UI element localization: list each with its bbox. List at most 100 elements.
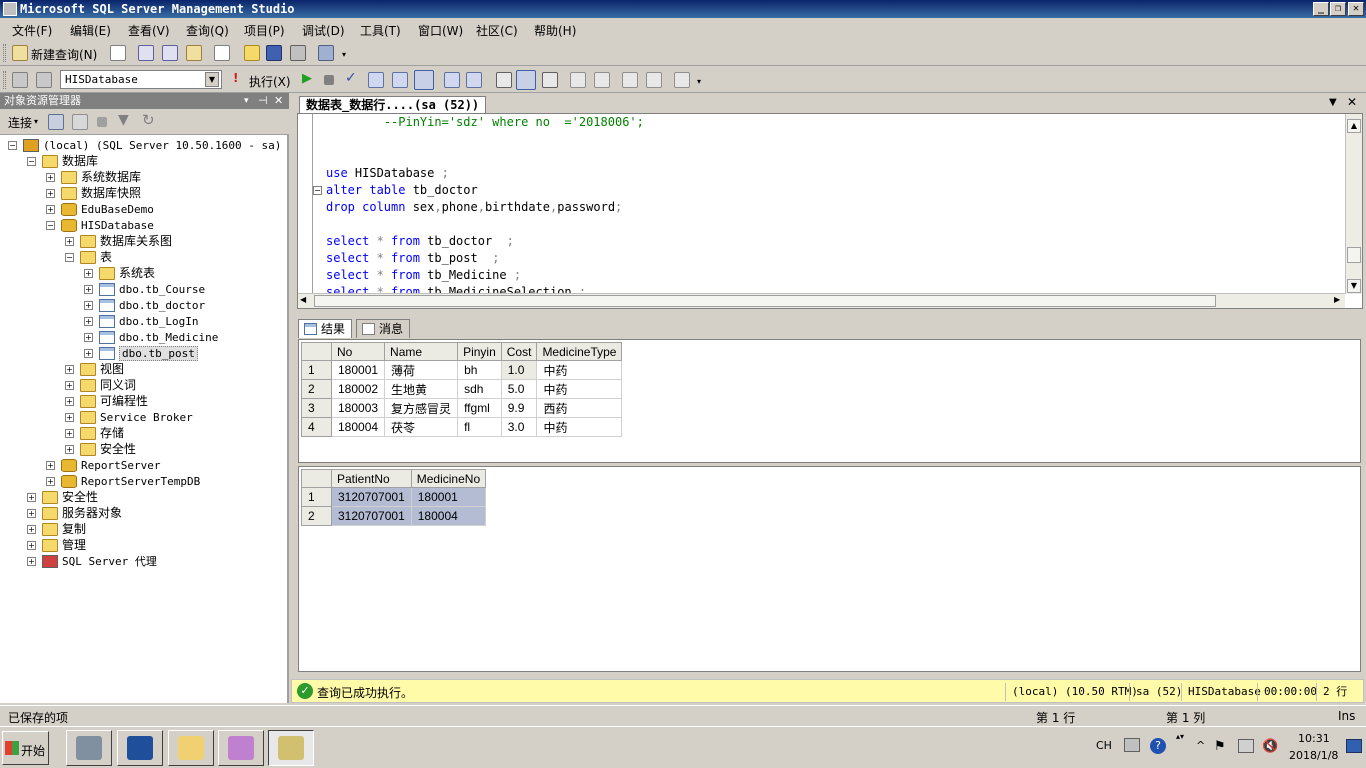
tree-server-objects[interactable]: + 服务器对象 (27, 505, 122, 521)
change-connection-icon[interactable] (36, 72, 52, 88)
code-line[interactable]: --PinYin='sdz' where no ='2018006'; (326, 114, 644, 131)
tree-management[interactable]: + 管理 (27, 537, 86, 553)
tree-replication[interactable]: + 复制 (27, 521, 86, 537)
tree-sql-agent[interactable]: + SQL Server 代理 (27, 553, 157, 569)
include-plan-icon[interactable] (444, 72, 460, 88)
comment-icon[interactable] (570, 72, 586, 88)
decrease-indent-icon[interactable] (622, 72, 638, 88)
menu-debug[interactable]: 调试(D) (302, 22, 345, 39)
collapse-icon[interactable]: − (27, 157, 36, 166)
expand-icon[interactable]: + (46, 205, 55, 214)
uncomment-icon[interactable] (594, 72, 610, 88)
expand-icon[interactable]: + (27, 509, 36, 518)
results-text-icon[interactable] (496, 72, 512, 88)
add-file-icon[interactable] (214, 45, 230, 61)
tree-db-security[interactable]: + 安全性 (65, 441, 136, 457)
stop-icon[interactable] (97, 117, 107, 127)
tree-system-databases[interactable]: + 系统数据库 (46, 169, 141, 185)
results-grid-icon[interactable] (516, 70, 536, 90)
dropdown-icon[interactable]: ▾ (244, 93, 249, 109)
tree-storage[interactable]: + 存储 (65, 425, 124, 441)
table-cell[interactable]: 180001 (410, 487, 487, 507)
tree-reportservertempdb[interactable]: + ReportServerTempDB (46, 473, 200, 489)
table-row[interactable]: 1 180001 薄荷 bh 1.0 中药 (301, 360, 623, 380)
table-cell[interactable]: 180004 (330, 417, 386, 437)
expand-icon[interactable]: + (84, 317, 93, 326)
table-cell[interactable]: bh (457, 360, 502, 380)
app-icon[interactable] (3, 2, 17, 16)
column-header[interactable]: Pinyin (457, 342, 502, 361)
tree-databases[interactable]: − 数据库 (27, 153, 98, 169)
expand-icon[interactable]: + (27, 557, 36, 566)
column-header[interactable]: Cost (500, 342, 538, 361)
connect-dropdown-icon[interactable]: ▾ (34, 117, 38, 126)
scroll-left-icon[interactable]: ◀ (300, 295, 306, 304)
database-engine-query-icon[interactable] (138, 45, 154, 61)
expand-icon[interactable]: + (46, 477, 55, 486)
chevron-down-icon[interactable]: ▼ (205, 72, 219, 87)
increase-indent-icon[interactable] (646, 72, 662, 88)
results-to-grid-icon[interactable] (414, 70, 434, 90)
connect-button[interactable]: 连接 (8, 114, 32, 131)
table-cell[interactable]: 复方感冒灵 (384, 398, 459, 418)
save-icon[interactable] (266, 45, 282, 61)
menu-tools[interactable]: 工具(T) (360, 22, 401, 39)
expand-icon[interactable]: + (65, 237, 74, 246)
menu-view[interactable]: 查看(V) (128, 22, 170, 39)
taskbar-visual-studio[interactable] (218, 730, 264, 766)
expand-icon[interactable]: + (65, 445, 74, 454)
sql-editor[interactable]: − --PinYin='sdz' where no ='2018006'; use… (297, 113, 1363, 309)
column-header[interactable]: MedicineNo (410, 469, 487, 488)
table-cell[interactable]: 中药 (536, 379, 623, 399)
tree-hisdatabase[interactable]: − HISDatabase (46, 217, 154, 233)
table-cell[interactable]: 180003 (330, 398, 386, 418)
code-line[interactable]: drop column sex,phone,birthdate,password… (326, 199, 622, 216)
expand-icon[interactable]: + (46, 173, 55, 182)
client-stats-icon[interactable] (466, 72, 482, 88)
tree-service-broker[interactable]: + Service Broker (65, 409, 193, 425)
row-number[interactable]: 1 (301, 360, 332, 380)
query-tab[interactable]: 数据表_数据行....(sa (52)) (299, 96, 487, 113)
expand-icon[interactable]: + (27, 493, 36, 502)
tree-table-course[interactable]: + dbo.tb_Course (84, 281, 205, 297)
expand-icon[interactable]: + (27, 541, 36, 550)
table-cell[interactable]: 生地黄 (384, 379, 459, 399)
show-desktop-icon[interactable] (1346, 739, 1362, 753)
row-number[interactable]: 2 (301, 506, 332, 526)
network-icon[interactable] (1238, 739, 1254, 753)
table-cell[interactable]: 薄荷 (384, 360, 459, 380)
connect-server-icon[interactable] (48, 114, 64, 130)
code-line[interactable]: select * from tb_Medicine ; (326, 267, 521, 284)
expand-icon[interactable]: + (65, 429, 74, 438)
table-cell[interactable]: 5.0 (500, 379, 538, 399)
expand-icon[interactable]: + (84, 333, 93, 342)
code-line[interactable]: select * from tb_post ; (326, 250, 499, 267)
xmla-query-icon[interactable] (186, 45, 202, 61)
expand-icon[interactable]: + (84, 269, 93, 278)
expand-icon[interactable]: + (46, 461, 55, 470)
language-indicator[interactable]: CH (1096, 739, 1112, 752)
expand-icon[interactable]: + (84, 301, 93, 310)
specify-values-icon[interactable] (674, 72, 690, 88)
close-icon[interactable]: ✕ (274, 93, 283, 109)
table-cell[interactable]: 西药 (536, 398, 623, 418)
tree-database-snapshots[interactable]: + 数据库快照 (46, 185, 141, 201)
taskbar-ssms[interactable] (268, 730, 314, 766)
editor-horizontal-scrollbar[interactable]: ◀ ▶ (298, 293, 1345, 308)
table-cell[interactable]: 1.0 (500, 360, 538, 380)
code-line[interactable]: select * from tb_doctor ; (326, 233, 514, 250)
menu-project[interactable]: 项目(P) (244, 22, 285, 39)
expand-icon[interactable]: + (46, 189, 55, 198)
table-cell[interactable]: 180001 (330, 360, 386, 380)
close-button[interactable]: ✕ (1348, 2, 1364, 16)
editor-vertical-scrollbar[interactable]: ▲ ▼ (1345, 114, 1362, 294)
column-header[interactable]: No (330, 342, 386, 361)
filter-icon[interactable]: ▼ (118, 112, 129, 128)
table-cell[interactable]: 3.0 (500, 417, 538, 437)
row-number[interactable]: 2 (301, 379, 332, 399)
tree-table-doctor[interactable]: + dbo.tb_doctor (84, 297, 205, 313)
grid-corner[interactable] (301, 342, 332, 361)
tree-table-post[interactable]: + dbo.tb_post (84, 345, 198, 361)
table-cell[interactable]: ffgml (457, 398, 502, 418)
expand-icon[interactable]: + (84, 349, 93, 358)
